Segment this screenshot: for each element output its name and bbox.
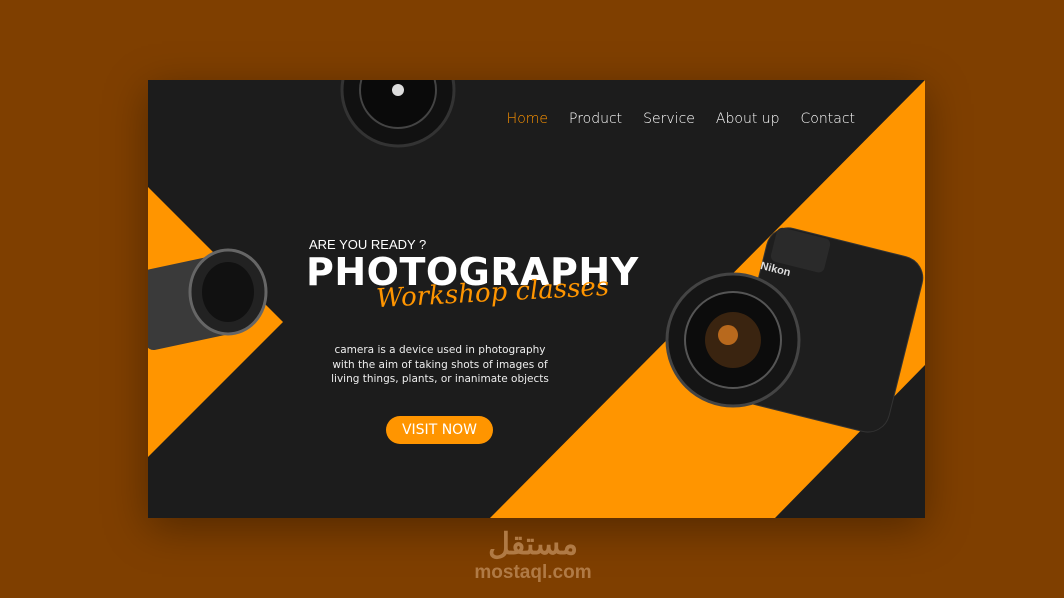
visit-now-button[interactable]: VISIT NOW (386, 416, 493, 444)
main-nav: Home Product Service About up Contact (507, 111, 855, 127)
mostaql-watermark: مستقل mostaql.com (468, 528, 598, 584)
nav-contact[interactable]: Contact (801, 111, 855, 127)
hero-description: camera is a device used in photography w… (331, 344, 549, 385)
watermark-domain: mostaql.com (474, 562, 592, 583)
nav-about[interactable]: About up (716, 111, 780, 127)
nav-home[interactable]: Home (507, 111, 548, 127)
nav-service[interactable]: Service (643, 111, 695, 127)
nav-product[interactable]: Product (569, 111, 622, 127)
top-lens-image (340, 80, 456, 148)
landing-card: Nikon Home Product Service About up Cont… (148, 80, 925, 518)
watermark-arabic: مستقل (488, 528, 578, 561)
